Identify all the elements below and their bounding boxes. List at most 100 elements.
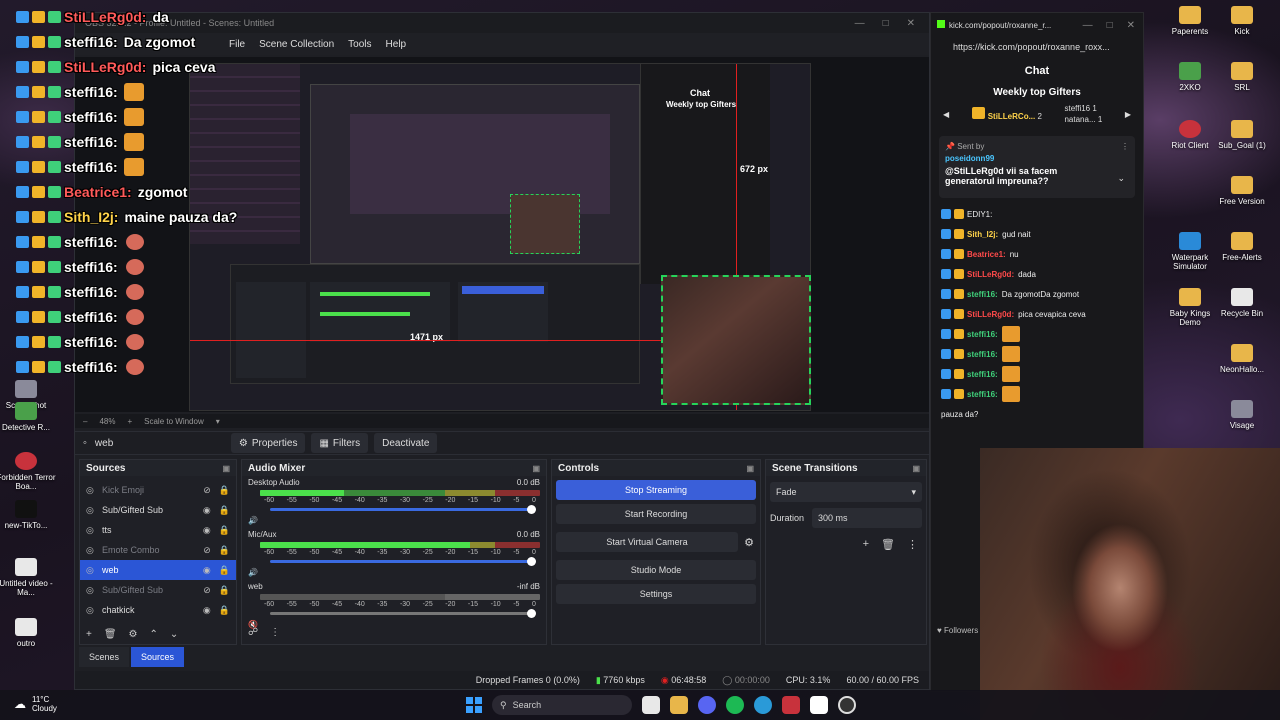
taskbar-search[interactable]: ⚲ Search: [492, 695, 632, 715]
filters-button[interactable]: ▦ Filters: [311, 433, 369, 453]
zoom-minus-icon[interactable]: –: [83, 417, 87, 426]
speaker-icon[interactable]: 🔊: [248, 516, 258, 525]
scale-to-window[interactable]: Scale to Window: [144, 417, 204, 426]
kick-username[interactable]: steffi16:: [967, 330, 998, 339]
move-up-icon[interactable]: ⌃: [150, 629, 158, 640]
eye-hidden-icon[interactable]: ⊘: [203, 585, 211, 596]
eye-icon[interactable]: ◉: [203, 525, 211, 536]
close-icon[interactable]: ✕: [907, 18, 915, 29]
desktop-icon[interactable]: Sub_Goal (1): [1210, 120, 1274, 150]
gear-icon[interactable]: ⚙: [738, 536, 760, 549]
studio-mode-button[interactable]: Studio Mode: [556, 560, 756, 580]
add-icon[interactable]: +: [863, 538, 869, 551]
stop-streaming-button[interactable]: Stop Streaming: [556, 480, 756, 500]
minimize-icon[interactable]: —: [1083, 20, 1093, 31]
gear-icon[interactable]: ⚙: [129, 629, 138, 640]
trash-icon[interactable]: 🗑: [881, 538, 895, 551]
slider-knob[interactable]: [527, 505, 536, 514]
chevron-left-icon[interactable]: ◀: [943, 110, 949, 119]
desktop-icon[interactable]: outro: [0, 618, 58, 648]
maximize-icon[interactable]: □: [1107, 20, 1113, 31]
desktop-icon[interactable]: new-TikTo...: [0, 500, 58, 530]
kick-username[interactable]: steffi16:: [967, 290, 998, 299]
maximize-icon[interactable]: □: [883, 18, 889, 29]
preview-webcam-source[interactable]: [661, 275, 811, 405]
tab-scenes[interactable]: Scenes: [79, 647, 130, 667]
windows-start-icon[interactable]: [466, 697, 482, 713]
kebab-menu-icon[interactable]: ⋮: [907, 538, 918, 551]
source-item[interactable]: ◎ Kick Emoji ⊘ 🔒: [80, 480, 236, 500]
kick-username[interactable]: steffi16:: [967, 350, 998, 359]
eye-icon[interactable]: ◉: [203, 605, 211, 616]
lock-icon[interactable]: 🔒: [219, 545, 230, 556]
dock-popout-icon[interactable]: ▣: [222, 464, 230, 473]
move-down-icon[interactable]: ⌄: [170, 629, 178, 640]
eye-icon[interactable]: ◉: [203, 505, 211, 516]
taskview-icon[interactable]: [642, 696, 660, 714]
source-item[interactable]: ◎ Sub/Gifted Sub ◉ 🔒: [80, 500, 236, 520]
trash-icon[interactable]: 🗑: [104, 629, 117, 640]
desktop-icon[interactable]: Untitled video - Ma...: [0, 558, 58, 597]
kick-url-bar[interactable]: https://kick.com/popout/roxanne_roxx...: [931, 37, 1143, 57]
source-item[interactable]: ◎ Emote Combo ⊘ 🔒: [80, 540, 236, 560]
desktop-icon[interactable]: NeonHallo...: [1210, 344, 1274, 374]
file-explorer-icon[interactable]: [670, 696, 688, 714]
dock-popout-icon[interactable]: ▣: [912, 464, 920, 473]
chevron-down-icon[interactable]: ⌄: [1117, 173, 1125, 184]
lock-icon[interactable]: 🔒: [219, 505, 230, 516]
desktop-icon[interactable]: SRL: [1210, 62, 1274, 92]
eye-icon[interactable]: ◉: [203, 565, 211, 576]
source-item[interactable]: ◎ Sub/Gifted Sub ⊘ 🔒: [80, 580, 236, 600]
desktop-icon[interactable]: Forbidden Terror Boa...: [0, 452, 58, 491]
kick-username[interactable]: steffi16:: [967, 390, 998, 399]
kebab-menu-icon[interactable]: ⋮: [1121, 142, 1129, 151]
minimize-icon[interactable]: —: [855, 18, 865, 29]
chevron-down-icon[interactable]: ▾: [216, 417, 220, 426]
discord-icon[interactable]: [698, 696, 716, 714]
desktop-icon[interactable]: Visage: [1210, 400, 1274, 430]
edge-icon[interactable]: [754, 696, 772, 714]
kick-username[interactable]: StiLLeRg0d:: [967, 270, 1014, 279]
desktop-icon[interactable]: Kick: [1210, 6, 1274, 36]
link-icon[interactable]: ☍: [248, 627, 258, 638]
lock-icon[interactable]: 🔒: [219, 585, 230, 596]
kick-username[interactable]: Sith_I2j:: [967, 230, 998, 239]
volume-slider[interactable]: [270, 609, 536, 618]
eye-hidden-icon[interactable]: ⊘: [203, 545, 211, 556]
slider-knob[interactable]: [527, 609, 536, 618]
add-icon[interactable]: +: [86, 629, 92, 640]
speaker-icon[interactable]: 🔊: [248, 568, 258, 577]
dock-popout-icon[interactable]: ▣: [532, 464, 540, 473]
lock-icon[interactable]: 🔒: [219, 605, 230, 616]
slider-knob[interactable]: [527, 557, 536, 566]
volume-slider[interactable]: [270, 505, 536, 514]
app-icon[interactable]: [810, 696, 828, 714]
eye-hidden-icon[interactable]: ⊘: [203, 485, 211, 496]
start-recording-button[interactable]: Start Recording: [556, 504, 756, 524]
lock-icon[interactable]: 🔒: [219, 565, 230, 576]
tab-sources[interactable]: Sources: [131, 647, 185, 667]
close-icon[interactable]: ✕: [1127, 20, 1135, 31]
chevron-right-icon[interactable]: ▶: [1125, 110, 1131, 119]
transition-select[interactable]: Fade ▾: [770, 482, 922, 502]
desktop-icon[interactable]: Free-Alerts: [1210, 232, 1274, 262]
deactivate-button[interactable]: Deactivate: [374, 433, 438, 453]
desktop-icon[interactable]: Free Version: [1210, 176, 1274, 206]
riot-icon[interactable]: [782, 696, 800, 714]
kick-username[interactable]: EDIY1:: [967, 210, 992, 219]
volume-slider[interactable]: [270, 557, 536, 566]
weather-widget[interactable]: ☁ 11°C Cloudy: [14, 695, 57, 713]
desktop-icon[interactable]: Detective R...: [0, 402, 58, 432]
dock-popout-icon[interactable]: ▣: [746, 464, 754, 473]
source-item[interactable]: ◎ tts ◉ 🔒: [80, 520, 236, 540]
kebab-menu-icon[interactable]: ⋮: [270, 627, 280, 638]
kick-username[interactable]: steffi16:: [967, 370, 998, 379]
properties-button[interactable]: ⚙ Properties: [230, 433, 306, 453]
spotify-icon[interactable]: [726, 696, 744, 714]
obs-icon[interactable]: [838, 696, 856, 714]
kick-username[interactable]: StiLLeRg0d:: [967, 310, 1014, 319]
start-virtual-camera-button[interactable]: Start Virtual Camera: [556, 532, 738, 552]
menu-help[interactable]: Help: [386, 39, 407, 50]
menu-tools[interactable]: Tools: [348, 39, 371, 50]
kick-username[interactable]: Beatrice1:: [967, 250, 1006, 259]
